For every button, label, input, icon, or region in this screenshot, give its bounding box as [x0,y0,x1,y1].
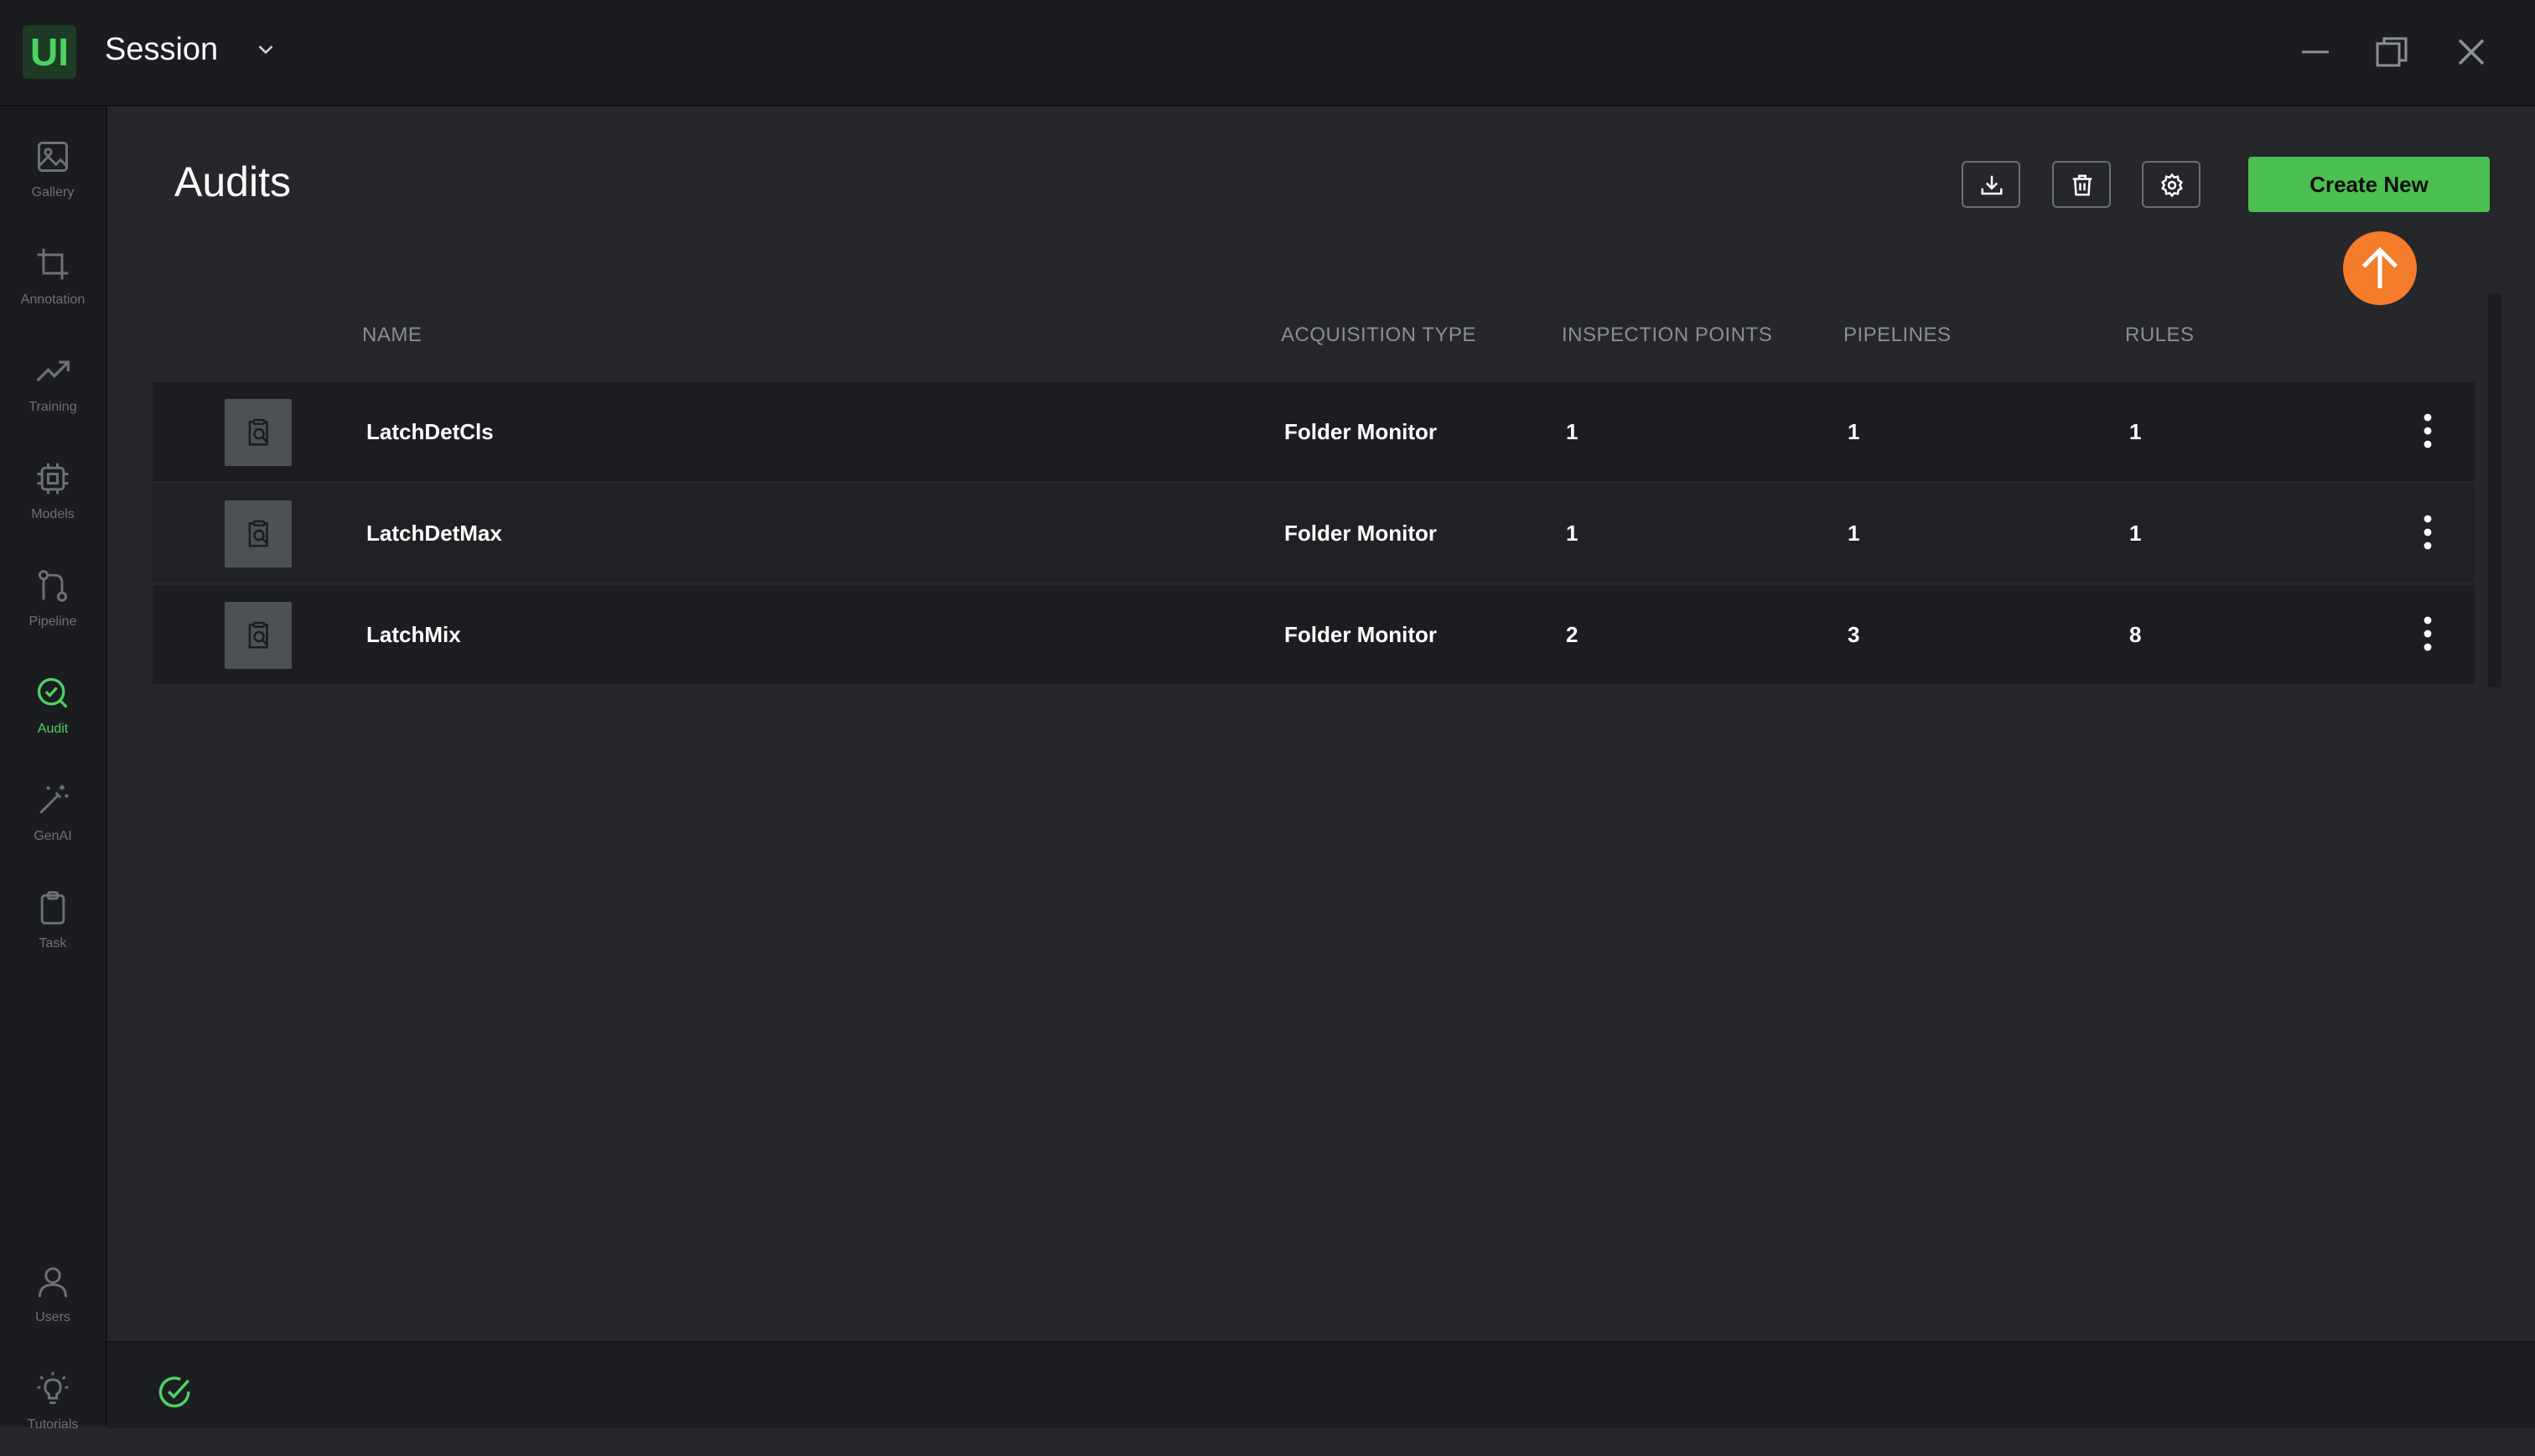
download-button[interactable] [1962,161,2020,208]
column-header-rules[interactable]: RULES [2125,324,2195,347]
audit-name[interactable]: LatchDetMax [366,521,502,547]
rules-count: 1 [2129,521,2142,546]
sidebar-item-label: Training [29,400,77,414]
clipboard-icon [40,891,65,925]
create-new-button[interactable]: Create New [2248,157,2490,212]
sidebar-item-label: GenAI [34,829,72,843]
minimize-icon[interactable] [2295,32,2335,72]
inspection-points-count: 1 [1566,419,1579,444]
restore-icon[interactable] [2372,32,2413,72]
image-icon [38,142,68,172]
pipelines-count: 1 [1848,521,1860,546]
pipelines-count: 3 [1848,622,1860,647]
user-icon [38,1267,68,1298]
sidebar-item-gallery[interactable]: Gallery [0,132,106,224]
audit-clipboard-icon [248,621,268,649]
audit-icon [37,677,68,708]
column-header-inspection-points[interactable]: INSPECTION POINTS [1562,324,1772,347]
pipelines-count: 1 [1848,419,1860,444]
audit-thumbnail [225,399,292,466]
sidebar-item-pipeline[interactable]: Pipeline [0,561,106,653]
title-bar: UI Session [0,0,2535,106]
column-header-acquisition-type[interactable]: ACQUISITION TYPE [1281,324,1476,347]
inspection-points-count: 1 [1566,521,1579,546]
audit-name[interactable]: LatchDetCls [366,419,494,445]
sidebar-item-users[interactable]: Users [0,1257,106,1349]
table-row[interactable]: LatchDetMax Folder Monitor 1 1 1 [153,484,2475,583]
sidebar-item-label: Tutorials [27,1417,79,1432]
column-header-pipelines[interactable]: PIPELINES [1843,324,1952,347]
sidebar-item-training[interactable]: Training [0,346,106,438]
more-vertical-icon[interactable] [2419,514,2436,551]
audit-name[interactable]: LatchMix [366,622,461,648]
trash-icon [2072,174,2092,196]
acquisition-type: Folder Monitor [1284,521,1437,546]
gear-icon [2161,173,2183,198]
sidebar-item-label: Users [35,1310,70,1324]
rules-count: 8 [2129,622,2142,647]
column-header-name[interactable]: NAME [362,324,422,347]
trend-icon [36,360,70,382]
sidebar-item-label: Gallery [31,185,75,199]
sidebar-item-annotation[interactable]: Annotation [0,239,106,331]
rules-count: 1 [2129,419,2142,444]
sidebar-item-genai[interactable]: GenAI [0,775,106,868]
sidebar-item-label: Annotation [20,293,86,307]
acquisition-type: Folder Monitor [1284,622,1437,647]
app-logo: UI [23,25,76,79]
acquisition-type: Folder Monitor [1284,419,1437,444]
sidebar-item-models[interactable]: Models [0,453,106,546]
lightbulb-icon [37,1371,69,1404]
audit-thumbnail [225,500,292,567]
audit-clipboard-icon [248,520,268,547]
audit-clipboard-icon [248,418,268,446]
sidebar: Gallery Annotation Training Models Pipel… [0,106,107,1432]
status-bar [107,1341,2535,1428]
sidebar-item-label: Models [31,507,75,521]
magic-wand-icon [39,785,69,814]
chip-icon [37,463,69,495]
sidebar-item-label: Task [39,936,67,951]
settings-button[interactable] [2142,161,2201,208]
table-row[interactable]: LatchMix Folder Monitor 2 3 8 [153,585,2475,684]
sidebar-item-audit[interactable]: Audit [0,668,106,760]
inspection-points-count: 2 [1566,622,1579,647]
pipeline-icon [38,570,68,602]
sidebar-item-label: Pipeline [29,614,77,629]
arrow-up-icon [2361,246,2398,288]
page-title: Audits [174,158,291,205]
more-vertical-icon[interactable] [2419,615,2436,652]
session-label[interactable]: Session [105,32,218,68]
chevron-down-icon[interactable] [253,37,278,62]
sidebar-item-label: Audit [37,722,69,736]
download-icon [1981,175,2003,195]
check-circle-icon [158,1376,190,1408]
table-row[interactable]: LatchDetCls Folder Monitor 1 1 1 [153,382,2475,481]
sidebar-item-tutorials[interactable]: Tutorials [0,1364,106,1456]
close-icon[interactable] [2451,32,2491,72]
sidebar-item-task[interactable]: Task [0,883,106,975]
crop-icon [37,248,69,280]
delete-button[interactable] [2052,161,2111,208]
audit-thumbnail [225,602,292,669]
more-vertical-icon[interactable] [2419,412,2436,449]
